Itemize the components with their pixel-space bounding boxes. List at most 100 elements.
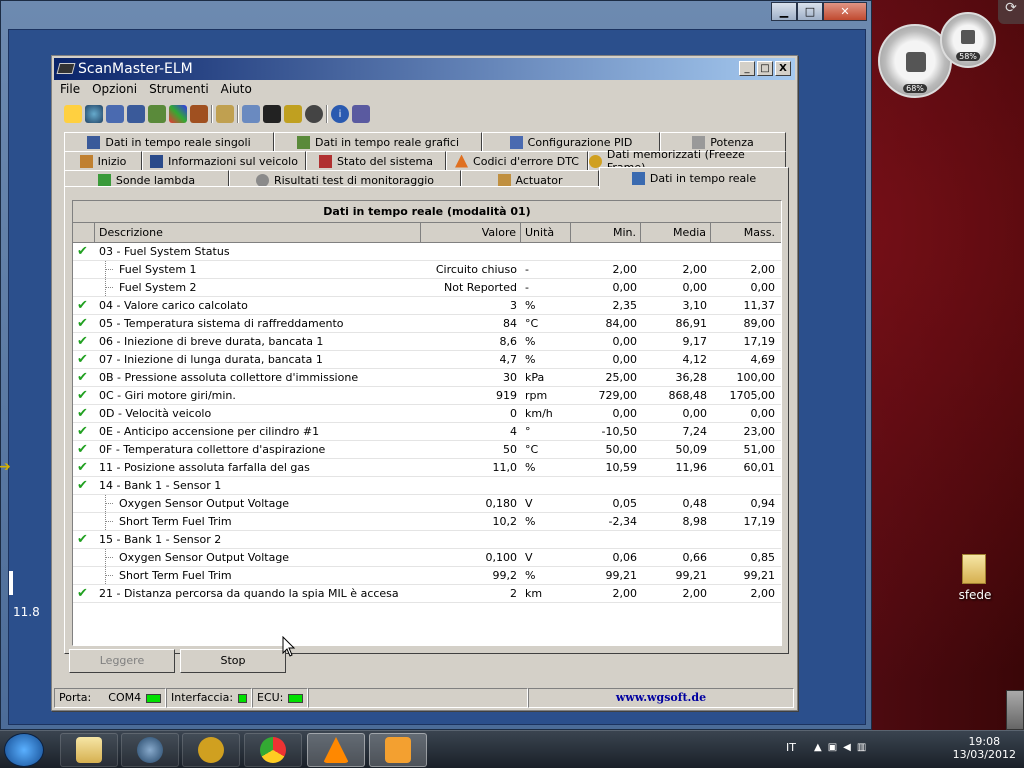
- header-unit[interactable]: Unità: [521, 223, 571, 242]
- tab-realtime-data[interactable]: Dati in tempo reale: [599, 167, 789, 189]
- memory-meter-gadget[interactable]: 58%: [940, 12, 996, 68]
- header-min[interactable]: Min.: [571, 223, 641, 242]
- minimize-button[interactable]: ▁: [771, 2, 797, 21]
- min-cell: 0,05: [612, 497, 638, 510]
- status-cell: ✔: [73, 315, 95, 332]
- table-row[interactable]: ✔ 0C - Giri motore giri/min. 919 rpm 729,00 8…: [73, 387, 781, 405]
- tab-dtc-codes[interactable]: Codici d'errore DTC: [446, 151, 588, 170]
- taskbar-vlc[interactable]: [307, 733, 365, 767]
- table-row[interactable]: Oxygen Sensor Output Voltage 0,100 V 0,06 0,…: [73, 549, 781, 567]
- gauge-icon[interactable]: [305, 105, 323, 123]
- table-row[interactable]: ✔ 0B - Pressione assoluta collettore d'im…: [73, 369, 781, 387]
- close-button[interactable]: ✕: [823, 2, 867, 21]
- taskbar-chrome[interactable]: [244, 733, 302, 767]
- min-cell: 99,21: [605, 569, 638, 582]
- tab-realtime-graphs[interactable]: Dati in tempo reale grafici: [274, 132, 482, 151]
- website-link[interactable]: www.wgsoft.de: [616, 689, 706, 707]
- tab-system-status[interactable]: Stato del sistema: [306, 151, 446, 170]
- table-row[interactable]: ✔ 21 - Distanza percorsa da quando la spi…: [73, 585, 781, 603]
- table-row[interactable]: ✔ 0F - Temperatura collettore d'aspirazio…: [73, 441, 781, 459]
- table-row[interactable]: Oxygen Sensor Output Voltage 0,180 V 0,05 0,…: [73, 495, 781, 513]
- tab-vehicle-info[interactable]: Informazioni sul veicolo: [142, 151, 306, 170]
- minimize-button[interactable]: _: [739, 61, 755, 76]
- unit-cell: %: [525, 569, 536, 582]
- min-cell: [571, 477, 641, 494]
- value-cell: 30: [503, 371, 517, 384]
- start-button[interactable]: [4, 733, 44, 767]
- header-max[interactable]: Mass.: [711, 223, 779, 242]
- menu-options[interactable]: Opzioni: [86, 80, 143, 100]
- header-description[interactable]: Descrizione: [95, 223, 421, 242]
- show-desktop-button[interactable]: [1006, 690, 1024, 730]
- value-cell: 8,6: [499, 335, 518, 348]
- avg-cell: 99,21: [675, 569, 708, 582]
- table-row[interactable]: Short Term Fuel Trim 10,2% -2,34 8,98 17,19: [73, 513, 781, 531]
- windows-icon[interactable]: [169, 105, 187, 123]
- gadget-settings-icon[interactable]: ⟳: [998, 0, 1024, 24]
- unit-cell: %: [525, 353, 536, 366]
- table-row[interactable]: ✔ 07 - Iniezione di lunga durata, bancata…: [73, 351, 781, 369]
- exit-icon[interactable]: [352, 105, 370, 123]
- grid-icon[interactable]: [127, 105, 145, 123]
- maximize-button[interactable]: □: [797, 2, 823, 21]
- maximize-button[interactable]: □: [757, 61, 773, 76]
- taskbar-media[interactable]: [369, 733, 427, 767]
- clipboard-icon[interactable]: [216, 105, 234, 123]
- warning-icon: [455, 154, 469, 168]
- menu-file[interactable]: File: [54, 80, 86, 100]
- table-row[interactable]: ✔ 15 - Bank 1 - Sensor 2: [73, 531, 781, 549]
- taskbar-app-2[interactable]: [121, 733, 179, 767]
- terminal-icon[interactable]: [263, 105, 281, 123]
- table-row[interactable]: ✔ 06 - Iniezione di breve durata, bancata…: [73, 333, 781, 351]
- interface-led: [238, 693, 247, 703]
- cpu-percent: 68%: [903, 84, 927, 93]
- battery-icon[interactable]: [284, 105, 302, 123]
- table-row[interactable]: ✔ 11 - Posizione assoluta farfalla del ga…: [0, 459, 781, 477]
- realtime-data-grid[interactable]: Dati in tempo reale (modalità 01) Descri…: [0, 200, 782, 646]
- globe-icon[interactable]: [85, 105, 103, 123]
- unit-cell: °C: [525, 317, 539, 330]
- folder-label[interactable]: sfede: [950, 588, 1000, 602]
- freeze-frame-icon: [589, 154, 602, 168]
- tab-realtime-single[interactable]: Dati in tempo reale singoli: [64, 132, 274, 151]
- tab-home[interactable]: Inizio: [64, 151, 142, 170]
- search-icon[interactable]: [242, 105, 260, 123]
- clock[interactable]: 19:08 13/03/2012: [953, 735, 1016, 761]
- stop-button[interactable]: Stop: [180, 649, 286, 673]
- info-icon[interactable]: i: [331, 105, 349, 123]
- taskbar-messenger[interactable]: [182, 733, 240, 767]
- document-icon[interactable]: [106, 105, 124, 123]
- taskbar-explorer[interactable]: [60, 733, 118, 767]
- table-row[interactable]: ✔ 04 - Valore carico calcolato 3% 2,35 3,10 1…: [73, 297, 781, 315]
- menu-help[interactable]: Aiuto: [215, 80, 258, 100]
- close-button[interactable]: X: [775, 61, 791, 76]
- table-row[interactable]: ✔ 0E - Anticipo accensione per cilindro #…: [73, 423, 781, 441]
- chrome-icon: [260, 737, 286, 763]
- unit-cell: [521, 243, 571, 260]
- value-cell: 10,2: [492, 515, 518, 528]
- title-bar[interactable]: ScanMaster-ELM _ □ X: [54, 58, 795, 80]
- read-button[interactable]: Leggere: [69, 649, 175, 673]
- table-row[interactable]: ✔ 0D - Velocità veicolo 0 km/h 0,00 0,00 0,00: [73, 405, 781, 423]
- person-icon[interactable]: [190, 105, 208, 123]
- current-row-arrow-icon: ➔: [0, 459, 11, 475]
- value-cell: 11,0: [492, 461, 518, 474]
- table-row[interactable]: Short Term Fuel Trim 99,2% 99,21 99,21 99,21: [73, 567, 781, 585]
- tray-icons[interactable]: ▲▣◀▥: [814, 742, 872, 753]
- connect-icon[interactable]: [64, 105, 82, 123]
- folder-icon[interactable]: [958, 552, 990, 586]
- table-row[interactable]: ✔ 14 - Bank 1 - Sensor 1: [73, 477, 781, 495]
- min-cell: [571, 531, 641, 548]
- table-row[interactable]: Fuel System 1 Circuito chiuso - 2,00 2,00 2,0…: [73, 261, 781, 279]
- check-icon: ✔: [77, 406, 88, 421]
- table-row[interactable]: Fuel System 2 Not Reported - 0,00 0,00 0,00: [73, 279, 781, 297]
- table-row[interactable]: ✔ 03 - Fuel System Status: [73, 243, 781, 261]
- table-row[interactable]: ✔ 05 - Temperatura sistema di raffreddame…: [73, 315, 781, 333]
- max-cell: [711, 477, 779, 494]
- chart-icon[interactable]: [148, 105, 166, 123]
- outer-window-controls: ▁ □ ✕: [771, 2, 867, 21]
- header-avg[interactable]: Media: [641, 223, 711, 242]
- menu-tools[interactable]: Strumenti: [143, 80, 215, 100]
- language-indicator[interactable]: IT: [786, 741, 796, 754]
- header-value[interactable]: Valore: [421, 223, 521, 242]
